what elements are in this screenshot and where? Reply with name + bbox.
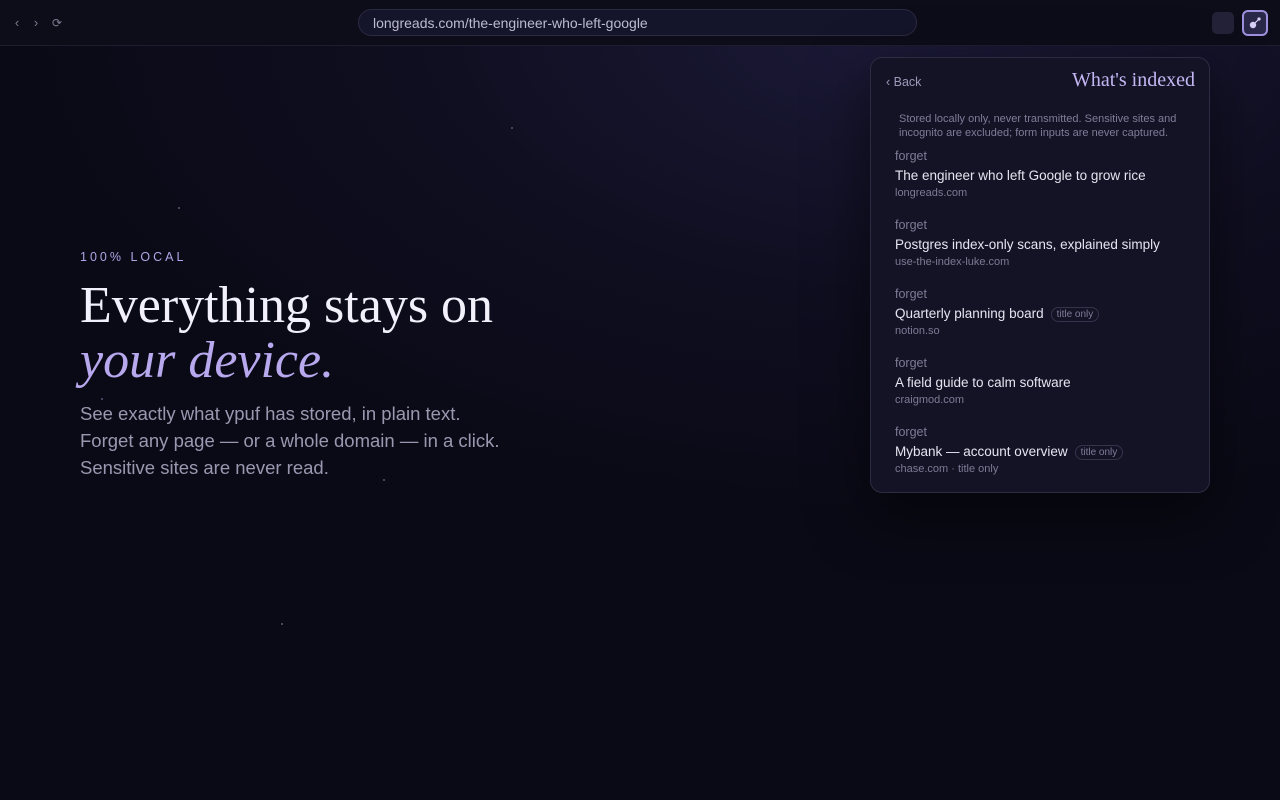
- back-arrow-icon[interactable]: ‹: [10, 14, 24, 32]
- hero-eyebrow: 100% LOCAL: [80, 250, 187, 264]
- entry-title[interactable]: Postgres index-only scans, explained sim…: [895, 236, 1160, 254]
- entry-title-row: A field guide to calm software: [895, 374, 1195, 392]
- entry-domain: chase.com · title only: [895, 463, 999, 475]
- entry-title[interactable]: Quarterly planning board: [895, 305, 1044, 323]
- star-decoration: [178, 207, 180, 209]
- indexed-entry: forget Mybank — account overview title o…: [895, 423, 1195, 492]
- hero-headline: Everything stays on your device.: [80, 278, 600, 388]
- hero-subtext: See exactly what ypuf has stored, in pla…: [80, 403, 500, 478]
- entry-title-row: Postgres index-only scans, explained sim…: [895, 236, 1195, 254]
- entry-domain: craigmod.com: [895, 394, 965, 406]
- entry-domain: notion.so: [895, 325, 940, 337]
- browser-toolbar: ‹ › ⟳ longreads.com/the-engineer-who-lef…: [0, 0, 1280, 46]
- forget-button[interactable]: forget: [895, 149, 927, 164]
- title-only-badge: title only: [1074, 444, 1124, 460]
- entry-domain: longreads.com: [895, 187, 968, 199]
- reload-icon[interactable]: ⟳: [50, 14, 64, 32]
- forget-button[interactable]: forget: [895, 287, 927, 302]
- title-only-badge: title only: [1050, 306, 1100, 322]
- indexed-entry: forget Postgres index-only scans, explai…: [895, 216, 1195, 285]
- forget-button[interactable]: forget: [895, 356, 927, 371]
- indexed-entry: forget A field guide to calm software cr…: [895, 354, 1195, 423]
- back-button[interactable]: ‹ Back: [886, 75, 921, 89]
- forget-button[interactable]: forget: [895, 218, 927, 233]
- headline-line-1: Everything stays on: [80, 277, 494, 334]
- ypuf-logo-icon: [1249, 17, 1261, 29]
- entry-title-row: Mybank — account overview title only: [895, 443, 1195, 461]
- entry-domain: use-the-index-luke.com: [895, 256, 1010, 268]
- entry-title-row: The engineer who left Google to grow ric…: [895, 167, 1195, 185]
- entry-title[interactable]: A field guide to calm software: [895, 374, 1071, 392]
- forward-arrow-icon[interactable]: ›: [29, 14, 43, 32]
- extension-icon[interactable]: [1212, 12, 1234, 34]
- star-decoration: [511, 127, 513, 129]
- entry-title[interactable]: The engineer who left Google to grow ric…: [895, 167, 1146, 185]
- indexed-entry: forget The engineer who left Google to g…: [895, 147, 1195, 216]
- indexed-entry: forget Quarterly planning board title on…: [895, 285, 1195, 354]
- entry-title-row: Quarterly planning board title only: [895, 305, 1195, 323]
- privacy-note: Stored locally only, never transmitted. …: [899, 113, 1177, 139]
- indexed-list: forget The engineer who left Google to g…: [895, 147, 1195, 492]
- whats-indexed-panel: ‹ Back What's indexed Stored locally onl…: [870, 57, 1210, 493]
- headline-line-2: your device.: [80, 332, 335, 389]
- forget-button[interactable]: forget: [895, 425, 927, 440]
- ypuf-extension-button[interactable]: [1242, 10, 1268, 36]
- entry-title[interactable]: Mybank — account overview: [895, 443, 1068, 461]
- star-decoration: [281, 623, 283, 625]
- panel-title: What's indexed: [1071, 69, 1195, 91]
- address-bar[interactable]: longreads.com/the-engineer-who-left-goog…: [358, 9, 917, 36]
